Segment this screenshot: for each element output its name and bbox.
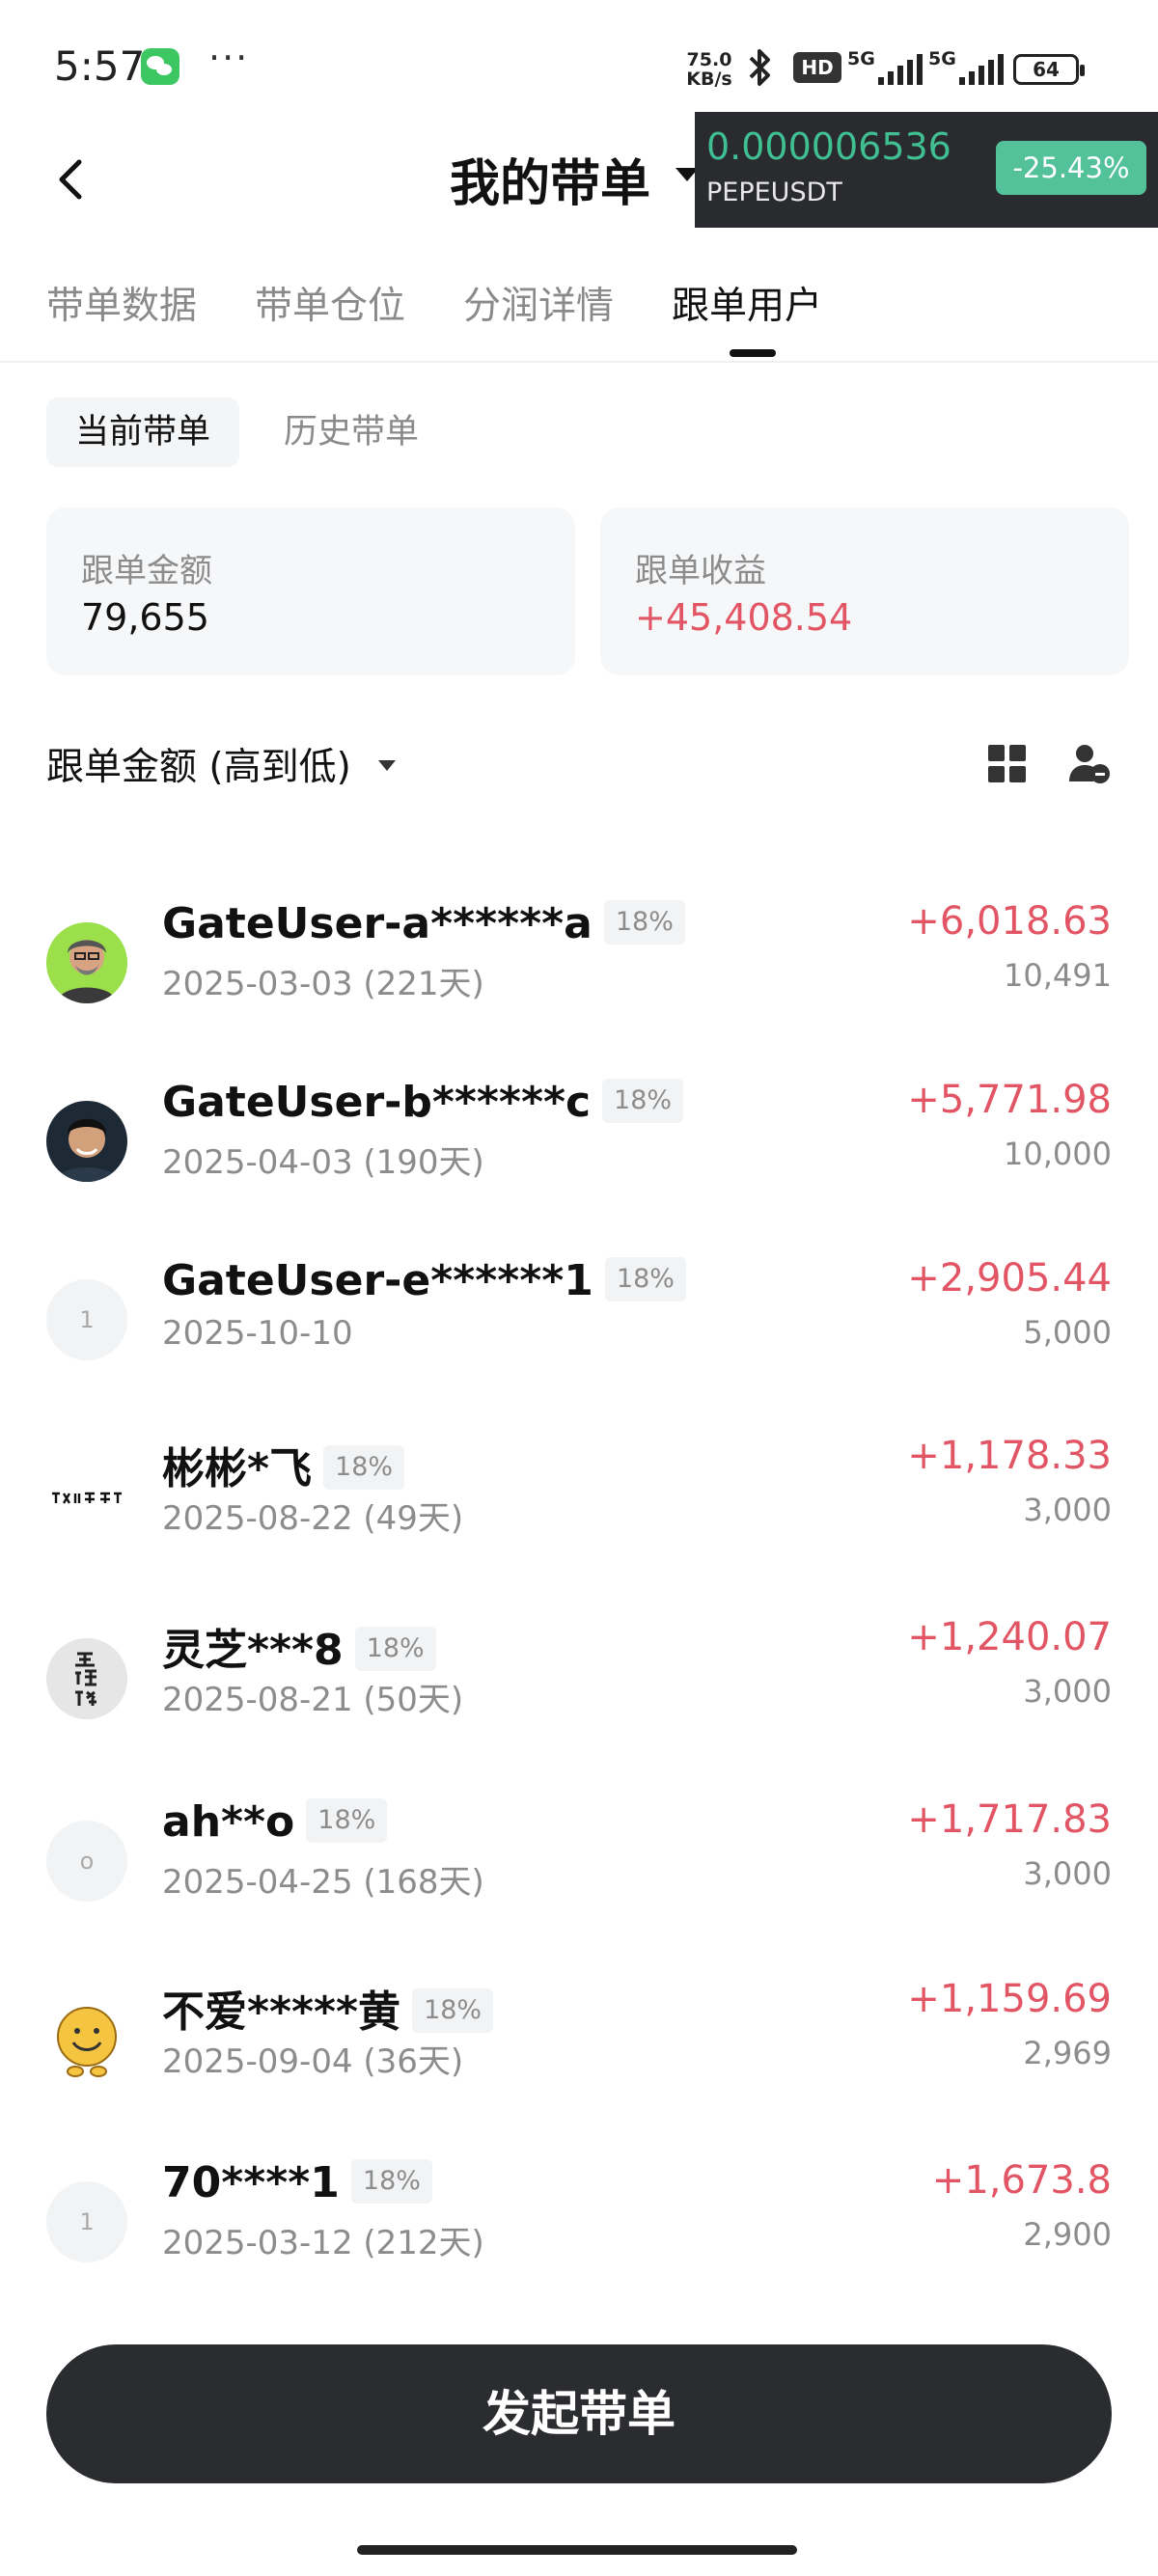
battery-icon: 64 — [1013, 54, 1085, 85]
avatar-photo-icon — [46, 1101, 127, 1182]
share-ratio-badge: 18% — [604, 1257, 686, 1302]
follow-date: 2025-03-12 (212天) — [162, 2224, 484, 2262]
avatar: 1 — [46, 2181, 127, 2262]
network-speed: 75.0 KB/s — [686, 49, 732, 90]
bluetooth-icon — [749, 49, 770, 86]
avatar: 1 — [46, 1279, 127, 1360]
list-item[interactable]: 1 70****1 18% 2025-03-12 (212天) +1,673.8 … — [0, 2158, 1158, 2322]
list-item[interactable]: GateUser-b******c 18% 2025-04-03 (190天) +… — [0, 1078, 1158, 1242]
follower-profit: +1,717.83 — [907, 1797, 1112, 1842]
follow-date: 2025-08-21 (50天) — [162, 1681, 464, 1719]
avatar — [46, 2000, 127, 2081]
signal-bars-icon — [878, 54, 923, 85]
follower-amount: 2,969 — [1023, 2035, 1112, 2071]
avatar-smiley-icon — [57, 2007, 117, 2077]
list-item[interactable]: 灵芝***8 18% 2025-08-21 (50天) +1,240.07 3,0… — [0, 1615, 1158, 1779]
subtab-current[interactable]: 当前带单 — [46, 397, 240, 467]
tab-copy-data[interactable]: 带单数据 — [46, 276, 197, 330]
avatar-text-logo-icon — [50, 1492, 124, 1505]
start-copy-trading-button[interactable]: 发起带单 — [46, 2344, 1112, 2483]
follow-date: 2025-04-03 (190天) — [162, 1143, 484, 1182]
avatar-photo-icon — [46, 922, 127, 1003]
follow-date: 2025-08-22 (49天) — [162, 1499, 464, 1538]
signal-bars-icon — [959, 54, 1004, 85]
follow-date: 2025-03-03 (221天) — [162, 965, 484, 1003]
tab-copy-positions[interactable]: 带单仓位 — [255, 276, 405, 330]
follower-profit: +1,240.07 — [907, 1615, 1112, 1659]
follower-amount: 3,000 — [1023, 1492, 1112, 1528]
home-indicator[interactable] — [357, 2545, 797, 2555]
follower-amount: 10,491 — [1004, 957, 1112, 994]
share-ratio-badge: 18% — [350, 2159, 432, 2204]
follower-amount: 10,000 — [1004, 1136, 1112, 1172]
tab-followers[interactable]: 跟单用户 — [672, 276, 822, 330]
avatar: o — [46, 1821, 127, 1902]
list-item[interactable]: o ah**o 18% 2025-04-25 (168天) +1,717.83 3… — [0, 1797, 1158, 1961]
follower-profit: +1,159.69 — [907, 1977, 1112, 2021]
share-ratio-badge: 18% — [354, 1627, 436, 1671]
manage-followers-icon[interactable] — [1067, 743, 1112, 785]
follower-name: 70****1 18% — [162, 2158, 432, 2207]
list-item[interactable]: GateUser-a******a 18% 2025-03-03 (221天) +… — [0, 899, 1158, 1063]
floating-ticker[interactable]: 0.000006536 PEPEUSDT -25.43% — [695, 112, 1158, 228]
subtab-history[interactable]: 历史带单 — [255, 397, 448, 467]
ticker-price: 0.000006536 — [706, 125, 951, 168]
amount-value: 79,655 — [81, 596, 209, 639]
follower-profit: +2,905.44 — [907, 1256, 1112, 1301]
amount-label: 跟单金额 — [81, 552, 212, 590]
ticker-change-badge: -25.43% — [996, 141, 1146, 195]
follower-profit: +1,673.8 — [931, 2158, 1112, 2203]
share-ratio-badge: 18% — [603, 900, 685, 945]
follow-date: 2025-04-25 (168天) — [162, 1863, 484, 1902]
share-ratio-badge: 18% — [323, 1445, 405, 1490]
list-item[interactable]: 彬彬*飞 18% 2025-08-22 (49天) +1,178.33 3,000 — [0, 1434, 1158, 1598]
tab-profit-share[interactable]: 分润详情 — [463, 276, 614, 330]
ticker-pair: PEPEUSDT — [706, 178, 842, 207]
avatar-seal-icon — [75, 1652, 96, 1706]
sort-caret-icon[interactable] — [378, 760, 396, 771]
profit-value: +45,408.54 — [635, 596, 853, 639]
hd-voice-icon: HD — [793, 52, 841, 83]
follow-date: 2025-10-10 — [162, 1314, 353, 1353]
tab-bar: 带单数据 带单仓位 分润详情 跟单用户 — [0, 270, 1158, 363]
share-ratio-badge: 18% — [602, 1079, 684, 1123]
follower-name: GateUser-a******a 18% — [162, 899, 685, 948]
follow-date: 2025-09-04 (36天) — [162, 2042, 464, 2081]
avatar — [46, 1101, 127, 1182]
grid-view-icon[interactable] — [988, 745, 1027, 783]
follower-name: GateUser-e******1 18% — [162, 1256, 686, 1305]
avatar — [46, 1638, 127, 1719]
avatar — [46, 922, 127, 1003]
profit-label: 跟单收益 — [635, 552, 766, 590]
list-item[interactable]: 1 GateUser-e******1 18% 2025-10-10 +2,905… — [0, 1256, 1158, 1420]
follower-amount: 5,000 — [1023, 1314, 1112, 1351]
follower-amount: 2,900 — [1023, 2216, 1112, 2253]
summary-card-profit: 跟单收益 +45,408.54 — [600, 507, 1129, 675]
follower-amount: 3,000 — [1023, 1855, 1112, 1892]
follower-name: ah**o 18% — [162, 1797, 388, 1847]
follower-profit: +6,018.63 — [907, 899, 1112, 944]
share-ratio-badge: 18% — [306, 1798, 388, 1843]
follower-name: 灵芝***8 18% — [162, 1615, 436, 1677]
follower-amount: 3,000 — [1023, 1673, 1112, 1710]
active-tab-indicator — [730, 349, 776, 357]
more-notifications-icon: ··· — [208, 37, 250, 79]
wechat-notification-icon — [141, 48, 179, 85]
follower-name: 不爱*****黄 18% — [162, 1977, 494, 2039]
status-time: 5:57 — [54, 42, 146, 90]
sort-dropdown[interactable]: 跟单金额 (高到低) — [46, 737, 351, 791]
summary-card-amount: 跟单金额 79,655 — [46, 507, 575, 675]
avatar — [46, 1457, 127, 1538]
follower-name: GateUser-b******c 18% — [162, 1078, 684, 1127]
share-ratio-badge: 18% — [412, 1988, 494, 2033]
follower-name: 彬彬*飞 18% — [162, 1434, 405, 1495]
follower-profit: +1,178.33 — [907, 1434, 1112, 1478]
list-item[interactable]: 不爱*****黄 18% 2025-09-04 (36天) +1,159.69 2… — [0, 1977, 1158, 2141]
follower-profit: +5,771.98 — [907, 1078, 1112, 1122]
